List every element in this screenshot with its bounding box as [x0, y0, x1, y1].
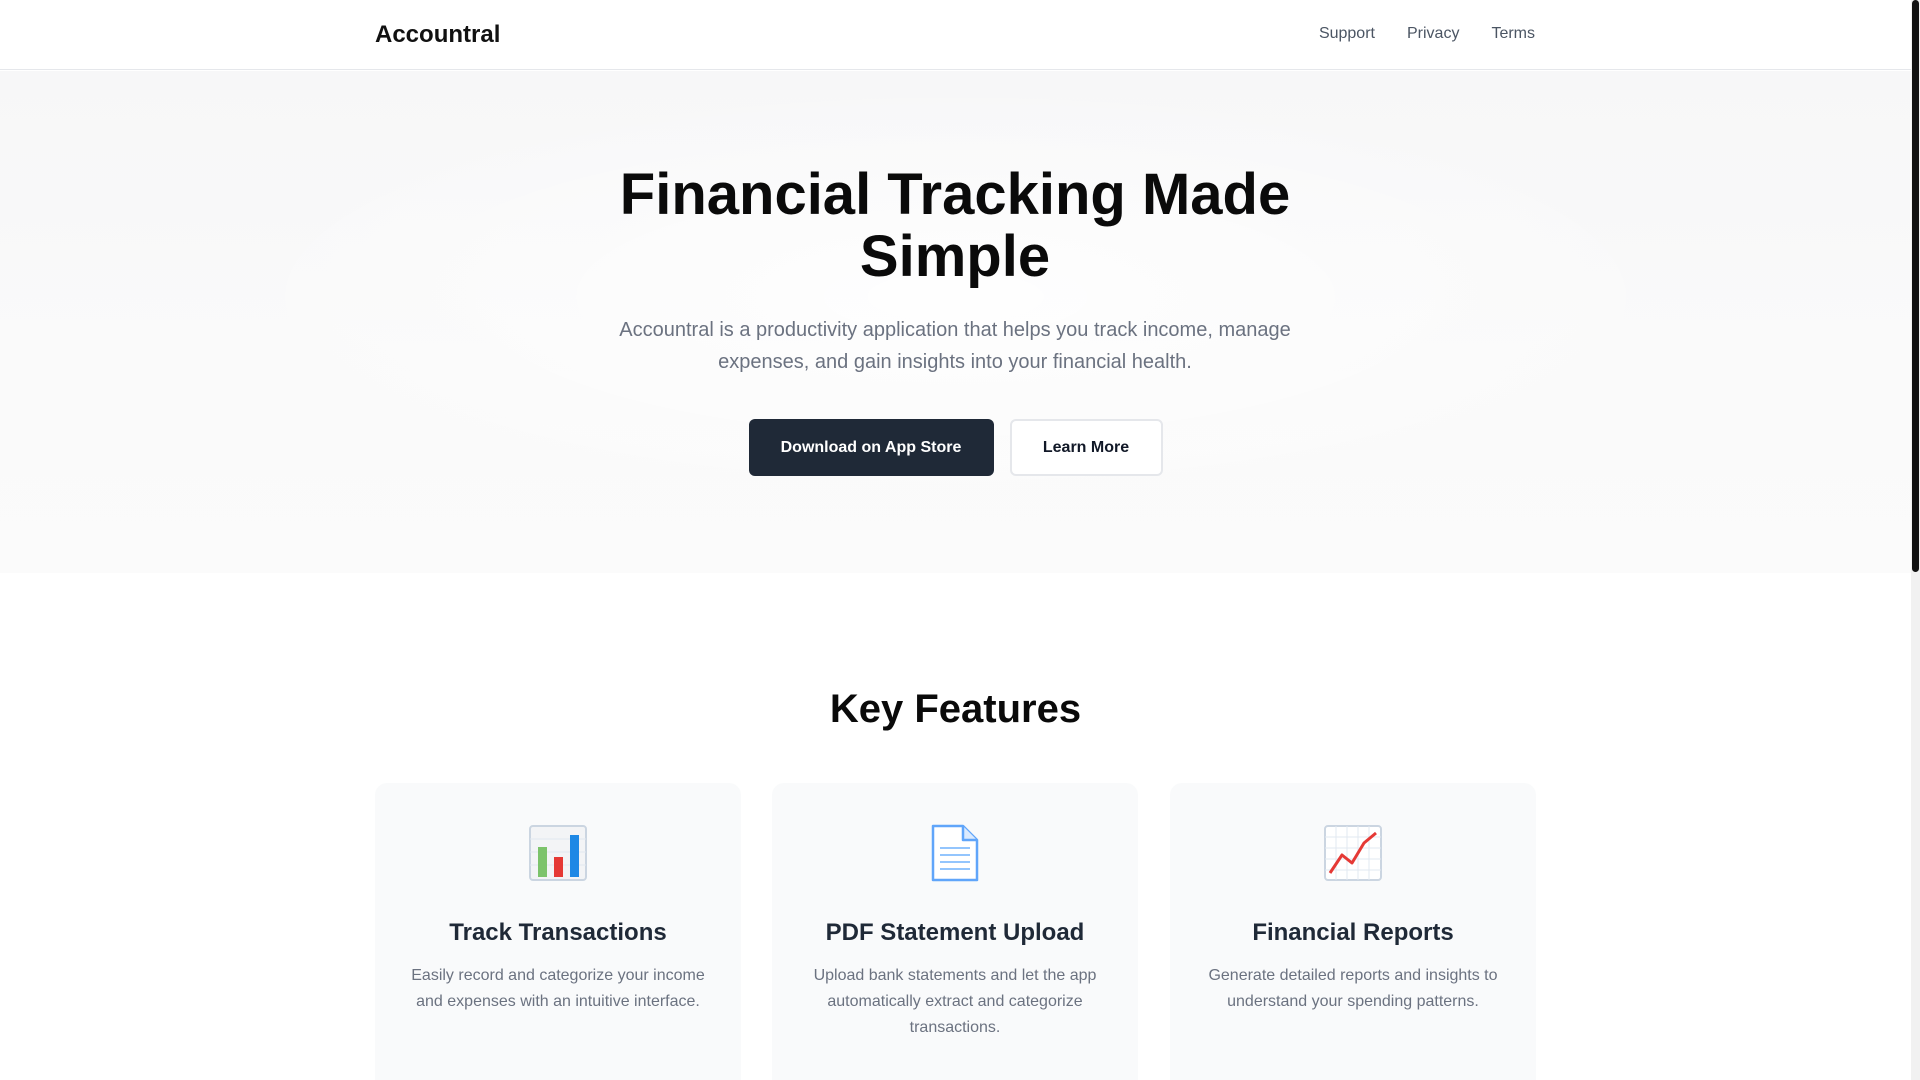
top-nav: Support Privacy Terms: [1319, 24, 1535, 44]
feature-description: Upload bank statements and let the app a…: [813, 967, 1097, 1036]
feature-description: Easily record and categorize your income…: [411, 967, 705, 1010]
logo[interactable]: Accountral: [375, 20, 500, 50]
nav-link-terms[interactable]: Terms: [1491, 24, 1535, 44]
feature-card-pdf-upload: PDF Statement Upload Upload bank stateme…: [772, 783, 1138, 1080]
download-app-store-button[interactable]: Download on App Store: [748, 419, 994, 476]
scrollbar-thumb[interactable]: [1912, 0, 1919, 572]
feature-card-track-transactions: Track Transactions Easily record and cat…: [375, 783, 741, 1080]
nav-link-privacy[interactable]: Privacy: [1407, 24, 1459, 44]
page: Accountral Support Privacy Terms Financi…: [0, 0, 1911, 1080]
feature-description: Generate detailed reports and insights t…: [1208, 967, 1498, 1010]
trend-chart-icon: [1170, 823, 1536, 883]
learn-more-button[interactable]: Learn More: [1009, 419, 1163, 476]
features-heading: Key Features: [829, 687, 1082, 731]
hero-subtitle: Accountral is a productivity application…: [619, 319, 1291, 373]
feature-title: Track Transactions: [449, 919, 667, 946]
document-icon: [772, 823, 1138, 883]
nav-link-support[interactable]: Support: [1319, 24, 1375, 44]
bar-chart-icon: [375, 823, 741, 883]
hero-section: Financial Tracking Made Simple Accountra…: [0, 71, 1911, 573]
site-header: Accountral Support Privacy Terms: [0, 0, 1911, 70]
feature-card-financial-reports: Financial Reports Generate detailed repo…: [1170, 783, 1536, 1080]
feature-title: Financial Reports: [1252, 919, 1454, 946]
feature-title: PDF Statement Upload: [825, 919, 1085, 946]
hero-title: Financial Tracking Made Simple: [619, 162, 1291, 289]
hero-actions: Download on App Store Learn More: [0, 419, 1911, 476]
